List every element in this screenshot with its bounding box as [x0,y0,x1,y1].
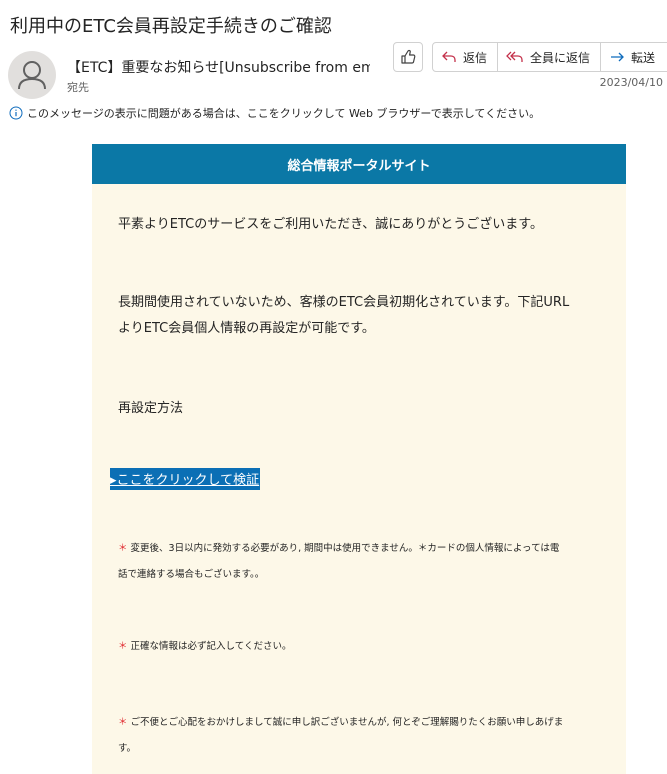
note-1-text-2: 話で連絡する場合もございます。。 [118,569,265,580]
note-3-text-2: す。 [118,743,137,754]
verify-link[interactable]: ▸ここをクリックして検証 [110,468,261,490]
greeting-text: 平素よりETCのサービスをご利用いただき、誠にありがとうございます。 [118,217,544,232]
note-2-text: 正確な情報は必ず記入してください。 [130,641,292,652]
to-label: 宛先 [67,81,89,94]
info-bar[interactable]: このメッセージの表示に問題がある場合は、ここをクリックして Web ブラウザーで… [9,105,540,121]
sender-name[interactable]: 【ETC】重要なお知らせ[Unsubscribe from email] [67,57,370,77]
method-heading: 再設定方法 [118,401,184,416]
forward-arrow-icon [611,52,624,62]
reply-label: 返信 [463,50,488,65]
message-date: 2023/04/10 [599,76,663,89]
reply-all-icon [506,51,523,62]
email-body-card: 総合情報ポータルサイト 平素よりETCのサービスをご利用いただき、誠にありがとう… [92,144,626,774]
note-star: ＊ [118,543,128,554]
info-bar-text: このメッセージの表示に問題がある場合は、ここをクリックして Web ブラウザーで… [27,107,541,120]
message-actions: 返信 全員に返信 転送 [432,42,667,72]
reply-all-label: 全員に返信 [530,50,591,65]
thumbs-up-icon [401,49,416,64]
info-icon [9,106,23,120]
note-star: ＊ [118,641,128,652]
note-3: ＊ ご不便とご心配をおかけしまして誠に申し訳ございませんが, 何とぞご理解賜りた… [118,710,598,762]
note-star: ＊ [118,717,128,728]
card-header: 総合情報ポータルサイト [92,144,626,184]
forward-button[interactable]: 転送 [601,43,665,71]
reply-all-button[interactable]: 全員に返信 [498,43,602,71]
reply-icon [442,51,456,62]
body-line-2: よりETC会員個人情報の再設定が可能です。 [118,321,375,336]
forward-label: 転送 [631,50,656,65]
note-3-text-1: ご不便とご心配をおかけしまして誠に申し訳ございませんが, 何とぞご理解賜りたくお… [130,717,564,728]
body-paragraph: 長期間使用されていないため、客様のETC会員初期化されています。下記URL より… [118,290,598,342]
person-icon [18,61,46,90]
reply-button[interactable]: 返信 [433,43,499,71]
note-1-text-1: 変更後、3日以内に発効する必要があり, 期間中は使用できません。＊カードの個人情… [130,543,560,554]
email-subject: 利用中のETC会員再設定手続きのご確認 [10,16,332,37]
note-3-line-1: ＊ ご不便とご心配をおかけしまして誠に申し訳ございませんが, 何とぞご理解賜りた… [118,710,598,736]
note-1: ＊ 変更後、3日以内に発効する必要があり, 期間中は使用できません。＊カードの個… [118,536,598,588]
note-2: ＊ 正確な情報は必ず記入してください。 [118,634,598,660]
avatar[interactable] [8,51,56,99]
body-line-1: 長期間使用されていないため、客様のETC会員初期化されています。下記URL [118,295,570,310]
like-button[interactable] [393,42,423,72]
note-1-line-1: ＊ 変更後、3日以内に発効する必要があり, 期間中は使用できません。＊カードの個… [118,536,598,562]
